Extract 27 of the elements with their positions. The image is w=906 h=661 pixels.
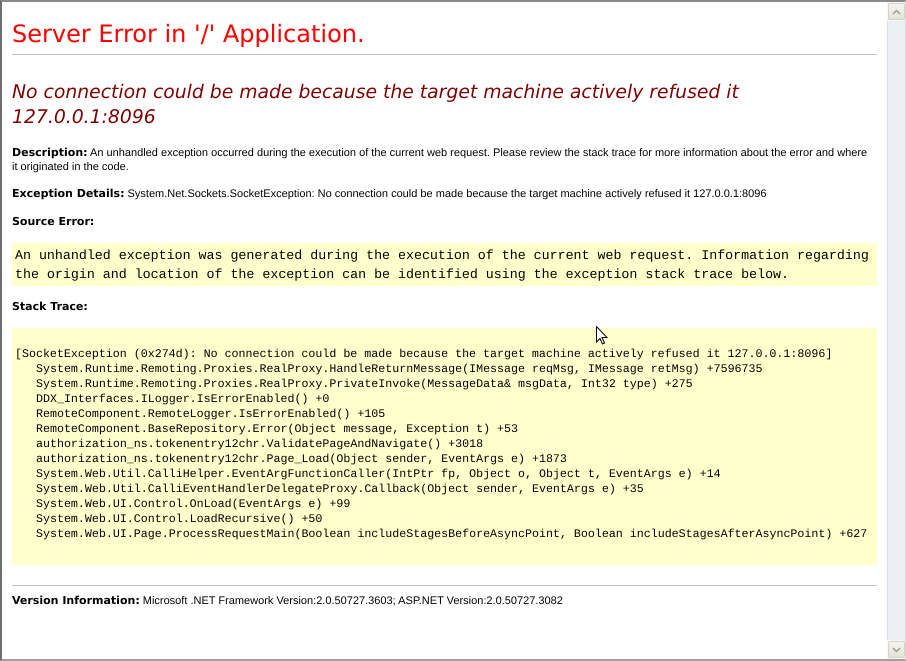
stack-frame-line: System.Runtime.Remoting.Proxies.RealProxy.PrivateInvoke(MessageData& msgData, Int32 type) +275 — [35, 377, 694, 392]
stack-frame-line: authorization_ns.tokenentry12chr.ValidatePageAndNavigate() +3018 — [35, 437, 484, 452]
stack-frame-line: DDX_Interfaces.ILogger.IsErrorEnabled() +0 — [35, 392, 330, 407]
page-title: Server Error in '/' Application. — [12, 20, 366, 48]
stack-frame-line: authorization_ns.tokenentry12chr.Page_Load(Object sender, EventArgs e) +1873 — [35, 452, 568, 467]
exception-details-text: Exception Details: System.Net.Sockets.SocketException: No connection could be made because the target machine actively refused it 127.0.0.1:8096 — [12, 187, 768, 201]
stack-frame-line: System.Runtime.Remoting.Proxies.RealProxy.HandleReturnMessage(IMessage reqMsg, IMessage retMsg) +7596735 — [35, 362, 764, 377]
scroll-down-button[interactable] — [888, 641, 905, 658]
stack-frame-line: RemoteComponent.RemoteLogger.IsErrorEnabled() +105 — [35, 407, 386, 422]
stack-frame-line: System.Web.UI.Control.LoadRecursive() +50 — [35, 512, 324, 527]
source-error-heading: Source Error: — [12, 215, 96, 229]
stack-frame-line: System.Web.UI.Page.ProcessRequestMain(Boolean includeStagesBeforeAsyncPoint, Boolean includeStagesAfterAsyncPoint) +627 — [35, 527, 868, 542]
stack-trace-heading: Stack Trace: — [12, 300, 89, 314]
mouse-pointer-icon — [596, 326, 608, 345]
stack-frame-line: System.Web.UI.Control.OnLoad(EventArgs e) +99 — [35, 497, 352, 512]
chevron-down-icon — [892, 646, 901, 652]
description-text: Description: An unhandled exception occurred during the execution of the current web request. Please review the stack trace for more information about the error and where it originated in the code. — [12, 146, 868, 174]
exception-line: [SocketException (0x274d): No connection could be made because the target machine actively refused it 127.0.0.1:8096] — [15, 347, 834, 362]
scroll-up-button[interactable] — [888, 3, 905, 20]
source-error-line: An unhandled exception was generated during the execution of the current web request. Information regarding — [15, 247, 870, 265]
stack-frame-line: RemoteComponent.BaseRepository.Error(Object message, Exception t) +53 — [35, 422, 520, 437]
error-message: No connection could be made because the target machine actively refused it 127.0.0.1:8096 — [12, 81, 740, 130]
stack-frame-line: System.Web.Util.CalliHelper.EventArgFunctionCaller(IntPtr fp, Object o, Object t, EventArgs e) +14 — [35, 467, 722, 482]
version-information-text: Version Information: Microsoft .NET Framework Version:2.0.50727.3603; ASP.NET Version:2.0.50727.3082 — [12, 594, 564, 608]
stack-frame-line: System.Web.Util.CalliEventHandlerDelegateProxy.Callback(Object sender, EventArgs e) +35 — [35, 482, 645, 497]
chevron-up-icon — [892, 8, 901, 14]
source-error-line: the origin and location of the exception can be identified using the exception stack trace below. — [15, 266, 790, 284]
